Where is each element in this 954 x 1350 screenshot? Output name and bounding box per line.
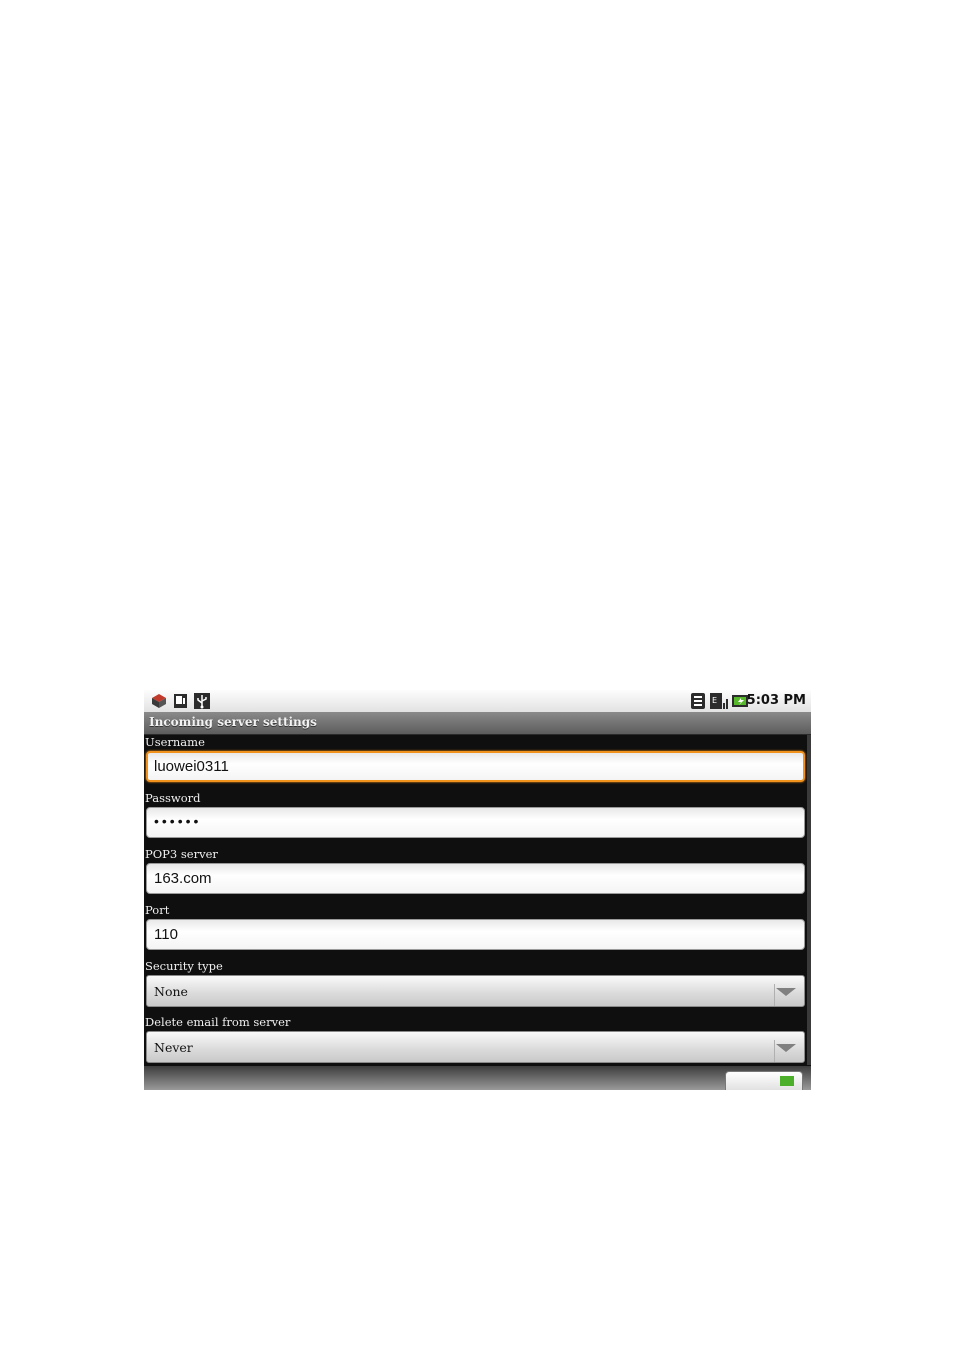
port-label: Port bbox=[145, 903, 170, 917]
delete-email-select[interactable]: Never bbox=[146, 1031, 805, 1063]
email-setup-screen: E 5:03 PM Incoming server settings Usern… bbox=[144, 690, 811, 1090]
port-value: 110 bbox=[154, 926, 178, 943]
dropdown-arrow-icon bbox=[774, 1040, 796, 1062]
app-notification-icon bbox=[152, 694, 166, 708]
svg-text:E: E bbox=[712, 696, 717, 705]
port-input[interactable]: 110 bbox=[146, 919, 805, 950]
username-input[interactable]: luowei0311 bbox=[146, 751, 805, 782]
pop3-server-value: 163.com bbox=[154, 870, 212, 887]
username-value: luowei0311 bbox=[154, 758, 229, 775]
password-value: •••••• bbox=[154, 813, 202, 829]
title-bar: Incoming server settings bbox=[144, 712, 811, 735]
next-button[interactable] bbox=[725, 1071, 803, 1090]
security-type-select[interactable]: None bbox=[146, 975, 805, 1007]
usb-icon bbox=[194, 693, 210, 709]
delete-email-label: Delete email from server bbox=[145, 1015, 291, 1029]
status-clock: 5:03 PM bbox=[746, 693, 806, 708]
status-bar: E 5:03 PM bbox=[144, 690, 811, 712]
wifi-icon bbox=[691, 693, 705, 709]
username-label: Username bbox=[145, 735, 205, 749]
dropdown-arrow-icon bbox=[774, 984, 796, 1006]
password-input[interactable]: •••••• bbox=[146, 807, 805, 838]
next-arrow-icon bbox=[780, 1076, 794, 1086]
password-label: Password bbox=[145, 791, 201, 805]
scrollbar[interactable] bbox=[807, 735, 811, 1065]
sd-card-icon bbox=[174, 694, 187, 708]
security-type-label: Security type bbox=[145, 959, 223, 973]
screen-title: Incoming server settings bbox=[149, 715, 317, 729]
delete-email-value: Never bbox=[154, 1040, 193, 1055]
security-type-value: None bbox=[154, 984, 188, 999]
bottom-button-bar bbox=[144, 1066, 811, 1090]
pop3-server-input[interactable]: 163.com bbox=[146, 863, 805, 894]
pop3-server-label: POP3 server bbox=[145, 847, 218, 861]
signal-icon: E bbox=[710, 693, 728, 709]
